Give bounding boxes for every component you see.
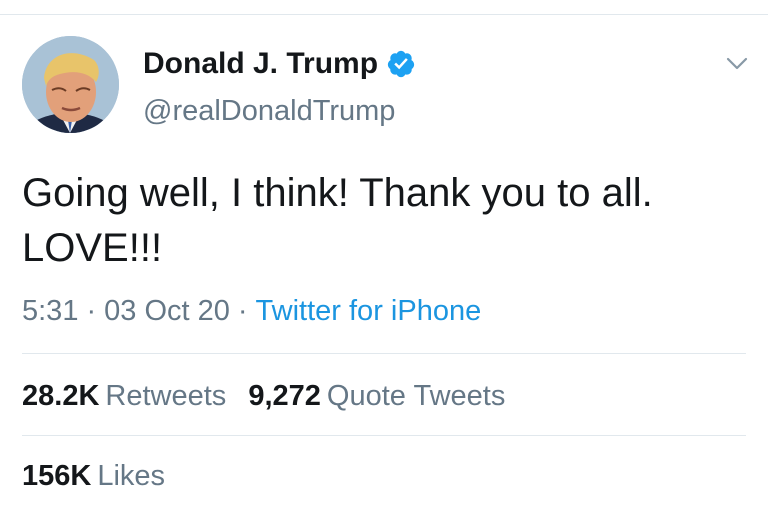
likes-stats: 156K Likes bbox=[22, 456, 179, 496]
quote-tweets-label: Quote Tweets bbox=[326, 380, 506, 412]
likes-count: 156K bbox=[22, 460, 92, 492]
likes-stat[interactable]: 156K Likes bbox=[22, 456, 165, 496]
divider bbox=[22, 353, 746, 354]
verified-badge-icon bbox=[386, 49, 416, 79]
tweet-source-link[interactable]: Twitter for iPhone bbox=[256, 295, 482, 327]
quote-tweets-stat[interactable]: 9,272 Quote Tweets bbox=[248, 376, 505, 416]
chevron-down-icon[interactable] bbox=[722, 50, 752, 76]
tweet-card: Donald J. Trump @realDonaldTrump Going w… bbox=[0, 0, 768, 512]
top-divider bbox=[0, 14, 768, 15]
avatar[interactable] bbox=[22, 36, 119, 133]
separator-dot: · bbox=[86, 295, 97, 327]
separator-dot: · bbox=[237, 295, 248, 327]
tweet-date[interactable]: 03 Oct 20 bbox=[104, 295, 230, 327]
engagement-stats: 28.2K Retweets 9,272 Quote Tweets bbox=[22, 376, 519, 416]
author-name-row: Donald J. Trump bbox=[143, 44, 416, 84]
tweet-metadata: 5:31 · 03 Oct 20 · Twitter for iPhone bbox=[22, 292, 481, 330]
quote-tweets-count: 9,272 bbox=[248, 380, 321, 412]
tweet-time[interactable]: 5:31 bbox=[22, 295, 78, 327]
retweets-count: 28.2K bbox=[22, 380, 100, 412]
avatar-image bbox=[22, 36, 119, 133]
retweets-label: Retweets bbox=[105, 380, 227, 412]
retweets-stat[interactable]: 28.2K Retweets bbox=[22, 376, 226, 416]
divider bbox=[22, 435, 746, 436]
display-name[interactable]: Donald J. Trump bbox=[143, 44, 378, 84]
tweet-text: Going well, I think! Thank you to all. L… bbox=[22, 171, 653, 270]
likes-label: Likes bbox=[97, 460, 166, 492]
author-handle[interactable]: @realDonaldTrump bbox=[143, 92, 395, 130]
